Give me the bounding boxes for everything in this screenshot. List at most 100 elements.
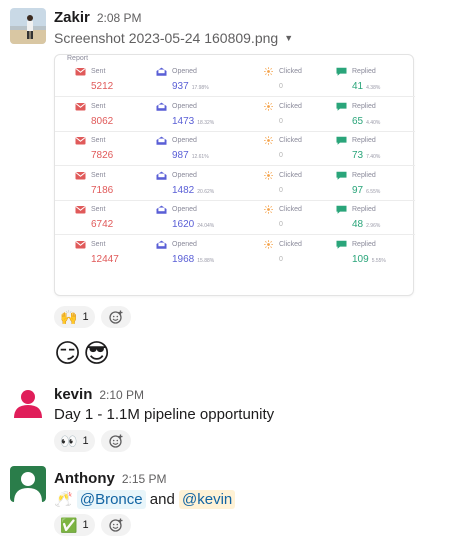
opened-mail-icon	[156, 205, 167, 214]
photo-avatar	[10, 8, 46, 44]
opened-percent: 12.61%	[191, 154, 209, 160]
clinking-glasses-emoji: 🥂	[54, 491, 73, 508]
report-value-sent: 7186	[91, 184, 114, 196]
report-label-opened: Opened	[172, 171, 197, 179]
report-value-replied: 73 7.40%	[352, 150, 381, 161]
report-value-opened: 1482 20.62%	[172, 184, 215, 196]
conjunction-text: and	[149, 491, 175, 508]
reaction-count: 1	[82, 311, 89, 323]
clicked-spark-icon	[264, 170, 273, 180]
report-label-opened: Opened	[172, 137, 197, 144]
replied-chat-icon	[336, 67, 347, 76]
report-value-opened: 937 17.98%	[172, 81, 209, 92]
report-value-clicked: 0	[279, 117, 283, 125]
reaction-emoji: 🙌	[60, 309, 78, 325]
report-value-replied: 109 5.55%	[352, 253, 386, 265]
clicked-spark-icon	[264, 67, 273, 76]
person-avatar	[10, 384, 46, 420]
report-label-sent: Sent	[91, 137, 106, 144]
caret-down-icon[interactable]: ▼	[284, 33, 293, 43]
report-value-opened: 987 12.61%	[172, 150, 209, 161]
report-row: Sent 5212 Opened 937 17.98% Clicked 0 Replied 41…	[55, 63, 415, 97]
report-label-sent: Sent	[91, 206, 106, 213]
report-row: Sent 6742 Opened 1620 24.04% Clicked 0 Replied 4…	[55, 201, 415, 235]
add-reaction-button[interactable]	[100, 430, 131, 452]
report-label-opened: Opened	[172, 206, 197, 213]
reaction-pill[interactable]: 👀 1	[54, 430, 95, 452]
anthony-avatar[interactable]	[10, 466, 46, 502]
replied-chat-icon	[336, 102, 347, 111]
replied-percent: 4.40%	[366, 119, 381, 126]
clicked-spark-icon	[264, 101, 273, 111]
report-label-replied: Replied	[352, 171, 376, 179]
replied-chat-icon	[336, 205, 347, 214]
report-label-clicked: Clicked	[279, 68, 302, 75]
person-avatar	[10, 466, 46, 502]
opened-mail-icon	[156, 102, 167, 111]
message-text: Day 1 - 1.1M pipeline opportunity	[54, 406, 275, 423]
timestamp[interactable]: 2:15 PM	[122, 472, 167, 486]
replied-percent: 6.55%	[366, 188, 381, 195]
author-name[interactable]: kevin	[54, 386, 92, 403]
reaction-bar: 🙌 1	[54, 306, 131, 328]
replied-chat-icon	[336, 171, 347, 180]
author-name[interactable]: Anthony	[54, 470, 115, 487]
report-label-opened: Opened	[172, 68, 197, 75]
clicked-spark-icon	[264, 136, 273, 145]
report-label-sent: Sent	[91, 68, 106, 75]
timestamp[interactable]: 2:08 PM	[97, 11, 142, 25]
mention-bronce[interactable]: @Bronce	[76, 490, 146, 509]
reaction-count: 1	[82, 519, 89, 531]
zakir-avatar[interactable]	[10, 8, 46, 44]
opened-mail-icon	[156, 240, 167, 249]
add-reaction-icon	[108, 310, 123, 324]
replied-percent: 7.40%	[366, 154, 381, 160]
reaction-pill[interactable]: ✅ 1	[54, 514, 95, 536]
report-value-clicked: 0	[279, 186, 283, 194]
report-row: Sent 8062 Opened 1473 18.32% Clicked 0 Replied 6…	[55, 98, 415, 132]
sent-mail-icon	[75, 102, 86, 110]
report-value-sent: 5212	[91, 81, 114, 92]
opened-percent: 17.98%	[191, 85, 209, 91]
report-label-replied: Replied	[352, 137, 376, 144]
opened-mail-icon	[156, 136, 167, 145]
kevin-avatar[interactable]	[10, 384, 46, 420]
replied-chat-icon	[336, 136, 347, 145]
sent-mail-icon	[75, 137, 86, 145]
add-reaction-icon	[108, 518, 123, 532]
add-reaction-button[interactable]	[100, 306, 131, 328]
reaction-emoji: 👀	[60, 433, 78, 449]
file-name[interactable]: Screenshot 2023-05-24 160809.png	[54, 30, 278, 46]
report-label-clicked: Clicked	[279, 137, 302, 144]
report-label-opened: Opened	[172, 102, 197, 110]
reaction-bar: 👀 1	[54, 430, 131, 452]
report-image[interactable]: Report Sent 5212 Opened 937 17.98% Clicked 0 Re…	[54, 54, 415, 296]
report-value-opened: 1620 24.04%	[172, 219, 215, 230]
message-text: 🥂 @Bronce and @kevin	[54, 490, 236, 509]
report-value-clicked: 0	[279, 152, 283, 159]
opened-mail-icon	[156, 171, 167, 180]
clicked-spark-icon	[264, 205, 273, 214]
opened-percent: 18.32%	[197, 119, 215, 126]
author-name[interactable]: Zakir	[54, 9, 90, 26]
timestamp[interactable]: 2:10 PM	[99, 388, 144, 402]
file-name-row[interactable]: Screenshot 2023-05-24 160809.png ▼	[54, 30, 293, 46]
clicked-spark-icon	[264, 239, 273, 249]
report-label-clicked: Clicked	[279, 240, 302, 248]
add-reaction-button[interactable]	[100, 514, 131, 536]
report-value-replied: 41 4.38%	[352, 81, 381, 92]
sent-mail-icon	[75, 171, 86, 179]
report-label-clicked: Clicked	[279, 206, 302, 213]
reaction-bar: ✅ 1	[54, 514, 131, 536]
mention-kevin[interactable]: @kevin	[179, 490, 236, 509]
reaction-pill[interactable]: 🙌 1	[54, 306, 95, 328]
report-label-replied: Replied	[352, 68, 376, 75]
report-value-clicked: 0	[279, 83, 283, 90]
report-label-clicked: Clicked	[279, 171, 302, 179]
report-row: Sent 12447 Opened 1968 15.88% Clicked 0 Replied…	[55, 236, 415, 270]
report-value-opened: 1473 18.32%	[172, 115, 215, 127]
opened-mail-icon	[156, 67, 167, 76]
report-label-opened: Opened	[172, 240, 197, 248]
report-row: Sent 7186 Opened 1482 20.62% Clicked 0 Replied 9…	[55, 167, 415, 201]
report-label-sent: Sent	[91, 102, 106, 110]
